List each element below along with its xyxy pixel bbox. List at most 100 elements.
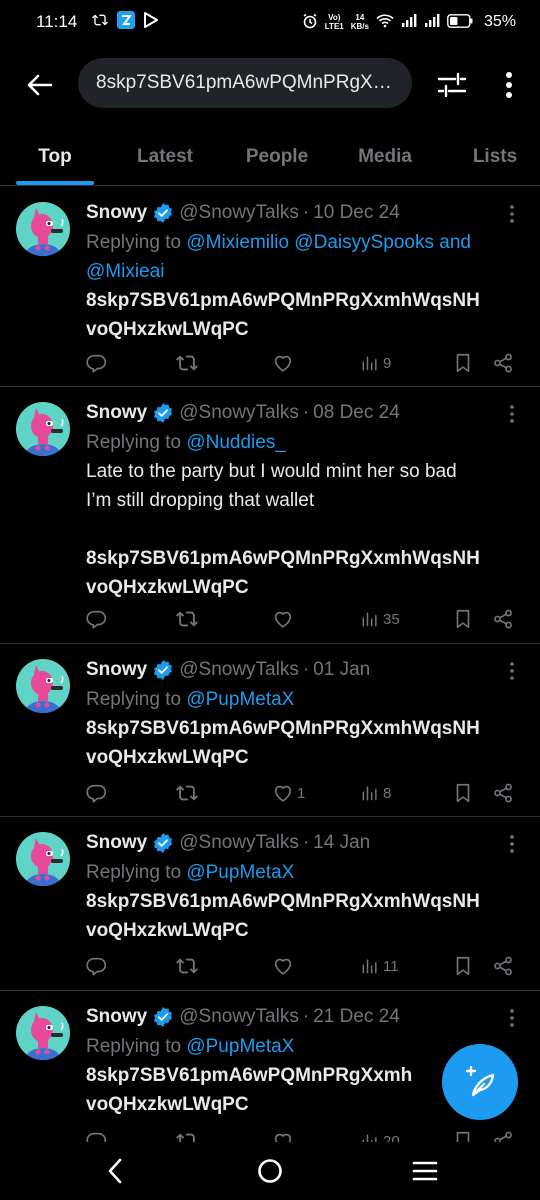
signal-icon-2 <box>424 13 440 31</box>
views-button[interactable]: 11 <box>360 951 399 981</box>
tweet-author-handle[interactable]: @SnowyTalks <box>179 402 299 424</box>
avatar[interactable] <box>16 832 70 886</box>
reply-button[interactable] <box>86 348 108 378</box>
tweet-author-handle[interactable]: @SnowyTalks <box>179 202 299 224</box>
avatar[interactable] <box>16 202 70 256</box>
chevron-left-icon <box>108 1158 122 1184</box>
tweet-wallet-line: 8skp7SBV61pmA6wPQMnPRgXxmhWqsNH <box>86 290 480 311</box>
mention-link[interactable]: @PupMetaX <box>186 1036 294 1057</box>
tweet-wallet-line: voQHxzkwLWqPC <box>86 319 249 340</box>
tweet-item[interactable]: Snowy @SnowyTalks · 01 Jan Replying to @… <box>0 645 540 817</box>
tab-top[interactable]: Top <box>16 128 94 185</box>
views-button[interactable]: 35 <box>360 604 400 634</box>
share-button[interactable] <box>492 778 514 808</box>
tweet-more-button[interactable] <box>502 659 522 683</box>
like-button[interactable] <box>272 604 297 634</box>
tweet-text-line: I’m still dropping that wallet <box>86 490 315 511</box>
reply-button[interactable] <box>86 778 108 808</box>
avatar[interactable] <box>16 659 70 713</box>
tab-latest[interactable]: Latest <box>120 128 210 185</box>
heart-icon <box>272 955 294 977</box>
search-filter-button[interactable] <box>432 68 472 102</box>
tweet-author-handle[interactable]: @SnowyTalks <box>179 832 299 854</box>
share-button[interactable] <box>492 951 514 981</box>
retweet-button[interactable] <box>176 951 198 981</box>
tweet-more-button[interactable] <box>502 402 522 426</box>
tweet-item[interactable]: Snowy @SnowyTalks · 10 Dec 24 Replying t… <box>0 188 540 387</box>
views-button[interactable]: 20 <box>360 1126 400 1142</box>
tweet-more-button[interactable] <box>502 832 522 856</box>
bookmark-icon <box>452 955 474 977</box>
tweet-more-button[interactable] <box>502 202 522 226</box>
tab-media[interactable]: Media <box>344 128 426 185</box>
arrow-left-icon <box>27 74 53 96</box>
back-button[interactable] <box>22 67 58 103</box>
mention-link[interactable]: @Mixieai <box>86 261 164 282</box>
avatar[interactable] <box>16 402 70 456</box>
retweet-button[interactable] <box>176 778 198 808</box>
tab-lists[interactable]: Lists <box>462 128 528 185</box>
tweet-item[interactable]: Snowy @SnowyTalks · 14 Jan Replying to @… <box>0 818 540 991</box>
reply-button[interactable] <box>86 951 108 981</box>
nav-recents-button[interactable] <box>405 1154 445 1188</box>
tweet-author-name[interactable]: Snowy <box>86 202 147 224</box>
like-button[interactable] <box>272 1126 297 1142</box>
share-button[interactable] <box>492 604 514 634</box>
tweet-author-name[interactable]: Snowy <box>86 402 147 424</box>
reply-button[interactable] <box>86 604 108 634</box>
retweet-button[interactable] <box>176 348 198 378</box>
tweet-more-button[interactable] <box>502 1006 522 1030</box>
tweet-date[interactable]: 01 Jan <box>313 659 370 681</box>
share-icon <box>492 608 514 630</box>
bookmark-button[interactable] <box>452 778 474 808</box>
views-icon <box>360 353 380 373</box>
battery-icon <box>447 13 473 31</box>
mention-link[interactable]: @Mixiemilio @DaisyySpooks <box>186 232 434 253</box>
avatar[interactable] <box>16 1006 70 1060</box>
like-button[interactable]: 1 <box>272 778 305 808</box>
views-button[interactable]: 9 <box>360 348 391 378</box>
tweet-date[interactable]: 08 Dec 24 <box>313 402 400 424</box>
nav-back-button[interactable] <box>95 1154 135 1188</box>
tweet-wallet-line: voQHxzkwLWqPC <box>86 747 249 768</box>
search-input[interactable]: 8skp7SBV61pmA6wPQMnPRgXxmhWqsNHvoQHxzkwL… <box>78 58 412 108</box>
view-count: 8 <box>383 784 392 802</box>
compose-tweet-button[interactable] <box>442 1044 518 1120</box>
nav-home-button[interactable] <box>250 1154 290 1188</box>
bookmark-button[interactable] <box>452 348 474 378</box>
bookmark-button[interactable] <box>452 604 474 634</box>
tab-people[interactable]: People <box>232 128 322 185</box>
views-icon <box>360 609 380 629</box>
tweet-item[interactable]: Snowy @SnowyTalks · 08 Dec 24 Replying t… <box>0 388 540 644</box>
retweet-button[interactable] <box>176 604 198 634</box>
tweet-wallet-line: voQHxzkwLWqPC <box>86 920 249 941</box>
tweet-author-name[interactable]: Snowy <box>86 832 147 854</box>
signal-icon-1 <box>401 13 417 31</box>
separator-dot: · <box>302 659 310 680</box>
like-count: 1 <box>297 784 306 802</box>
bookmark-button[interactable] <box>452 951 474 981</box>
overflow-menu-button[interactable] <box>494 68 524 102</box>
tweet-date[interactable]: 14 Jan <box>313 832 370 854</box>
tweet-author-handle[interactable]: @SnowyTalks <box>179 659 299 681</box>
share-icon <box>492 1130 514 1142</box>
like-button[interactable] <box>272 951 297 981</box>
bookmark-button[interactable] <box>452 1126 474 1142</box>
tweet-author-handle[interactable]: @SnowyTalks <box>179 1006 299 1028</box>
mention-link[interactable]: @PupMetaX <box>186 689 294 710</box>
mention-link[interactable]: @PupMetaX <box>186 862 294 883</box>
retweet-button[interactable] <box>176 1126 198 1142</box>
share-button[interactable] <box>492 348 514 378</box>
mention-link[interactable]: @Nuddies_ <box>186 432 286 453</box>
tweet-header: Snowy @SnowyTalks · 01 Jan <box>86 657 370 683</box>
replying-to-line: Replying to @PupMetaX <box>86 685 526 714</box>
share-button[interactable] <box>492 1126 514 1142</box>
tweet-author-name[interactable]: Snowy <box>86 659 147 681</box>
reply-button[interactable] <box>86 1126 108 1142</box>
tweet-date[interactable]: 21 Dec 24 <box>313 1006 400 1028</box>
like-button[interactable] <box>272 348 297 378</box>
tweet-author-name[interactable]: Snowy <box>86 1006 147 1028</box>
views-button[interactable]: 8 <box>360 778 391 808</box>
avatar-image <box>16 402 70 456</box>
tweet-date[interactable]: 10 Dec 24 <box>313 202 400 224</box>
